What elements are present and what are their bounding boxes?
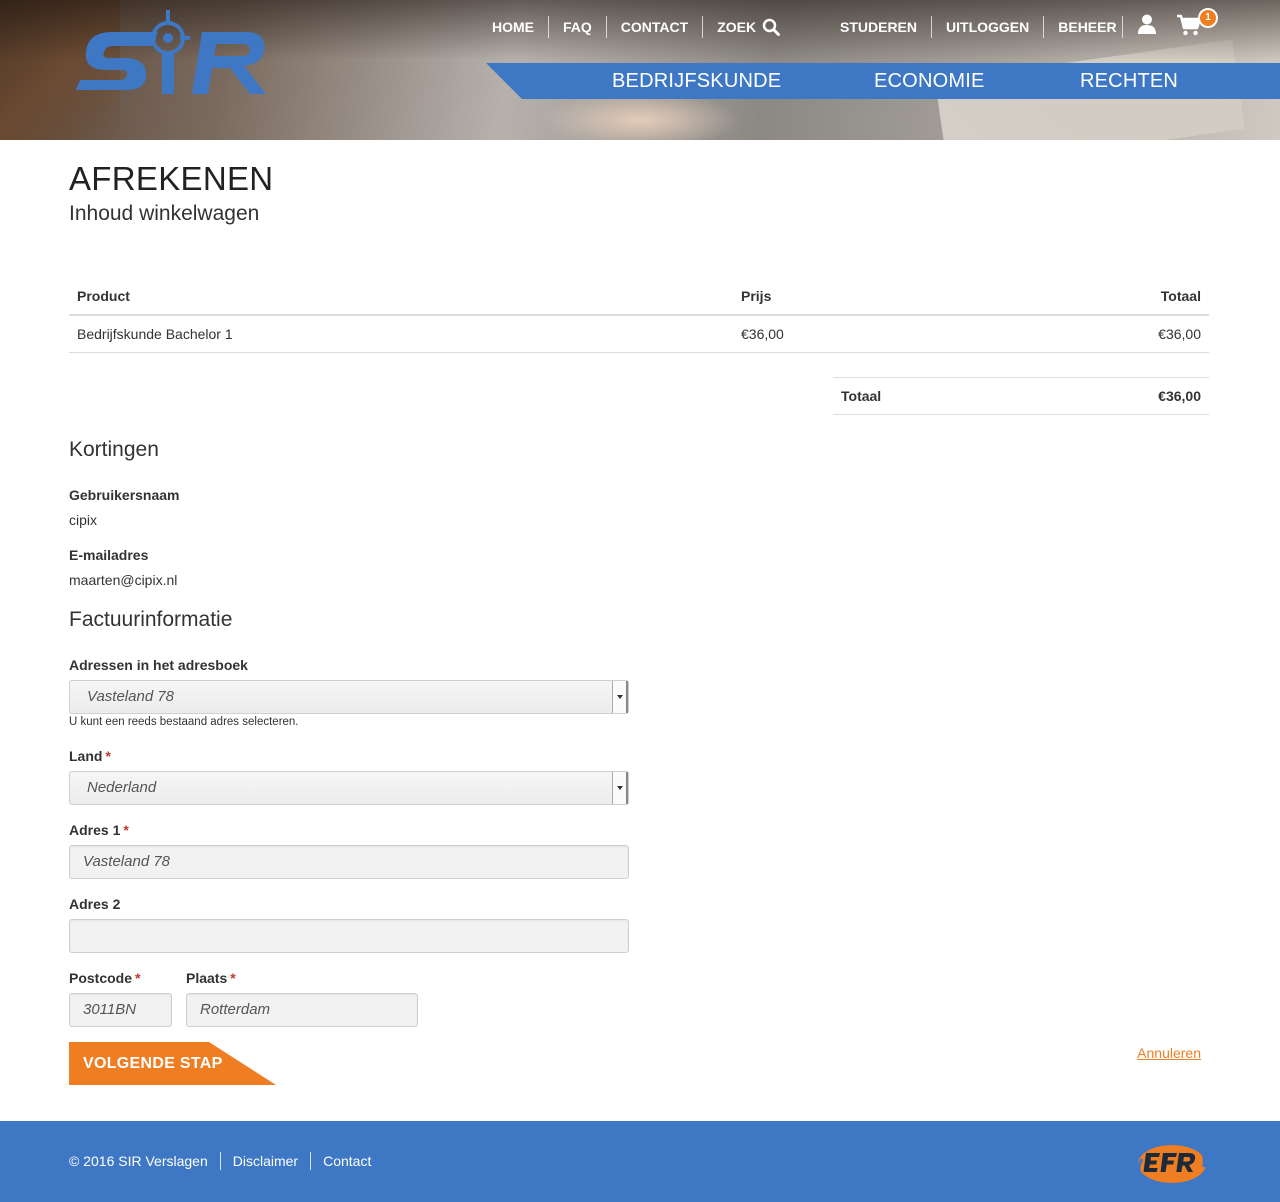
cart-count-badge: 1 (1198, 8, 1218, 28)
cart-table-header: Product Prijs Totaal (69, 277, 1209, 316)
country-label-text: Land (69, 748, 103, 764)
nav-search[interactable]: ZOEK (703, 16, 794, 38)
nav-bedrijfskunde[interactable]: BEDRIJFSKUNDE (612, 63, 781, 99)
sir-logo[interactable] (66, 8, 270, 102)
address1-label: Adres 1 * (69, 822, 129, 838)
cancel-link[interactable]: Annuleren (1137, 1045, 1201, 1061)
nav-home[interactable]: HOME (478, 16, 549, 38)
cart-item-product: Bedrijfskunde Bachelor 1 (69, 315, 733, 353)
nav-economie[interactable]: ECONOMIE (874, 63, 985, 99)
cart-table: Product Prijs Totaal Bedrijfskunde Bache… (69, 277, 1209, 353)
nav-beheer[interactable]: BEHEER (1044, 16, 1130, 38)
nav-rechten[interactable]: RECHTEN (1080, 63, 1178, 99)
efr-logo[interactable] (1134, 1141, 1210, 1185)
required-marker: * (105, 748, 111, 764)
country-select[interactable]: Nederland (69, 771, 629, 805)
footer-disclaimer-link[interactable]: Disclaimer (219, 1152, 310, 1170)
footer-copyright: © 2016 SIR Verslagen (69, 1153, 208, 1169)
nav-studeren[interactable]: STUDEREN (826, 16, 933, 38)
discounts-title: Kortingen (69, 438, 159, 461)
column-header-product: Product (69, 277, 733, 316)
required-marker: * (123, 822, 129, 838)
page-title: AFREKENEN (69, 160, 274, 197)
cart-grand-total: Totaal €36,00 (833, 377, 1209, 415)
city-input[interactable]: Rotterdam (186, 993, 418, 1027)
address2-input[interactable] (69, 919, 629, 953)
addressbook-label: Adressen in het adresboek (69, 657, 248, 673)
address2-label: Adres 2 (69, 896, 121, 912)
city-label-text: Plaats (186, 970, 228, 986)
next-step-button[interactable]: VOLGENDE STAP (69, 1042, 276, 1085)
nav-contact[interactable]: CONTACT (607, 16, 704, 38)
cart-item-price: €36,00 (733, 315, 971, 353)
site-footer: © 2016 SIR Verslagen Disclaimer Contact (0, 1121, 1280, 1202)
chevron-down-icon (612, 681, 628, 713)
main-category-nav: BEDRIJFSKUNDE ECONOMIE RECHTEN (486, 63, 1280, 99)
top-nav-primary: HOME FAQ CONTACT ZOEK (478, 14, 794, 40)
username-value: cipix (69, 512, 98, 528)
address1-input[interactable]: Vasteland 78 (69, 845, 629, 879)
user-icon[interactable] (1136, 13, 1158, 35)
nav-divider (1122, 16, 1123, 38)
postcode-label-text: Postcode (69, 970, 133, 986)
addressbook-help-text: U kunt een reeds bestaand adres selecter… (69, 716, 299, 728)
email-value: maarten@cipix.nl (69, 572, 178, 588)
grand-total-label: Totaal (833, 377, 1017, 415)
column-header-price: Prijs (733, 277, 971, 316)
table-row: Bedrijfskunde Bachelor 1 €36,00 €36,00 (69, 315, 1209, 353)
postcode-input[interactable]: 3011BN (69, 993, 172, 1027)
email-label: E-mailadres (69, 547, 149, 563)
footer-links: © 2016 SIR Verslagen Disclaimer Contact (69, 1152, 383, 1170)
postcode-label: Postcode * (69, 970, 140, 986)
addressbook-select[interactable]: Vasteland 78 (69, 680, 629, 714)
search-icon (762, 18, 781, 36)
grand-total-value: €36,00 (1016, 377, 1209, 415)
page-subtitle: Inhoud winkelwagen (69, 202, 260, 225)
username-label: Gebruikersnaam (69, 487, 180, 503)
city-label: Plaats * (186, 970, 236, 986)
cart-item-total: €36,00 (971, 315, 1209, 353)
required-marker: * (230, 970, 236, 986)
country-label: Land * (69, 748, 111, 764)
page-heading: AFREKENEN Inhoud winkelwagen (69, 160, 1209, 226)
country-selected-value: Nederland (87, 779, 157, 796)
column-header-total: Totaal (971, 277, 1209, 316)
address1-label-text: Adres 1 (69, 822, 121, 838)
nav-search-label: ZOEK (717, 19, 757, 35)
nav-faq[interactable]: FAQ (549, 16, 607, 38)
site-header: HOME FAQ CONTACT ZOEK STUDEREN UITLOGGEN… (0, 0, 1280, 140)
billing-title: Factuurinformatie (69, 608, 233, 631)
top-nav-account: STUDEREN UITLOGGEN BEHEER (826, 14, 1131, 40)
nav-uitloggen[interactable]: UITLOGGEN (932, 16, 1045, 38)
chevron-down-icon (612, 772, 628, 804)
footer-contact-link[interactable]: Contact (310, 1152, 383, 1170)
addressbook-selected-value: Vasteland 78 (87, 688, 175, 705)
required-marker: * (135, 970, 141, 986)
